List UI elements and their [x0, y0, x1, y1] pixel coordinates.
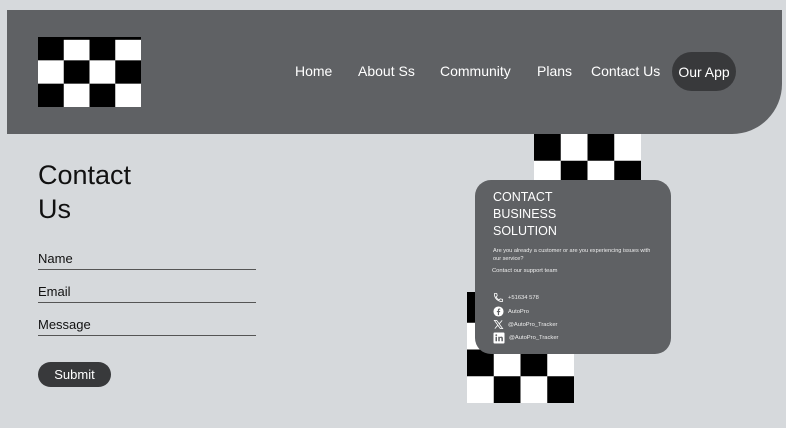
card-title-line3: SOLUTION	[493, 224, 557, 238]
phone-row[interactable]: +51634 578	[493, 292, 539, 303]
contact-business-card: CONTACT BUSINESS SOLUTION Are you alread…	[475, 180, 671, 354]
card-title-line1: CONTACT	[493, 190, 553, 204]
message-label: Message	[38, 317, 91, 332]
card-description: Are you already a customer or are you ex…	[493, 248, 651, 262]
facebook-row[interactable]: AutoPro	[493, 306, 529, 317]
email-label: Email	[38, 284, 71, 299]
page-title: Contact Us	[38, 158, 178, 226]
card-title: CONTACT BUSINESS SOLUTION	[493, 189, 603, 240]
page-title-line1: Contact	[38, 160, 132, 190]
checker-decoration-top	[534, 134, 641, 180]
x-handle: @AutoPro_Tracker	[508, 321, 558, 328]
nav-plans[interactable]: Plans	[537, 63, 572, 79]
name-field[interactable]: Name	[38, 251, 256, 270]
x-icon	[493, 319, 504, 330]
nav-home[interactable]: Home	[295, 63, 332, 79]
our-app-button[interactable]: Our App	[672, 52, 736, 91]
message-field[interactable]: Message	[38, 317, 256, 336]
nav-community[interactable]: Community	[440, 63, 511, 79]
name-underline	[38, 269, 256, 270]
main-nav: Home About Ss Community Plans Contact Us…	[7, 10, 782, 134]
page-title-line2: Us	[38, 194, 71, 224]
nav-contact[interactable]: Contact Us	[591, 63, 660, 79]
name-label: Name	[38, 251, 73, 266]
linkedin-row[interactable]: @AutoPro_Tracker	[493, 332, 559, 344]
nav-about[interactable]: About Ss	[358, 63, 415, 79]
phone-icon	[493, 292, 504, 303]
site-header: Home About Ss Community Plans Contact Us…	[7, 10, 782, 134]
message-underline	[38, 335, 256, 336]
email-field[interactable]: Email	[38, 284, 256, 303]
card-support-text: Contact our support team	[492, 268, 558, 274]
x-row[interactable]: @AutoPro_Tracker	[493, 319, 558, 330]
linkedin-handle: @AutoPro_Tracker	[509, 335, 559, 341]
phone-number: +51634 578	[508, 294, 539, 301]
card-title-line2: BUSINESS	[493, 207, 557, 221]
linkedin-icon	[493, 332, 505, 344]
submit-button[interactable]: Submit	[38, 362, 111, 387]
facebook-handle: AutoPro	[508, 308, 529, 315]
facebook-icon	[493, 306, 504, 317]
email-underline	[38, 302, 256, 303]
